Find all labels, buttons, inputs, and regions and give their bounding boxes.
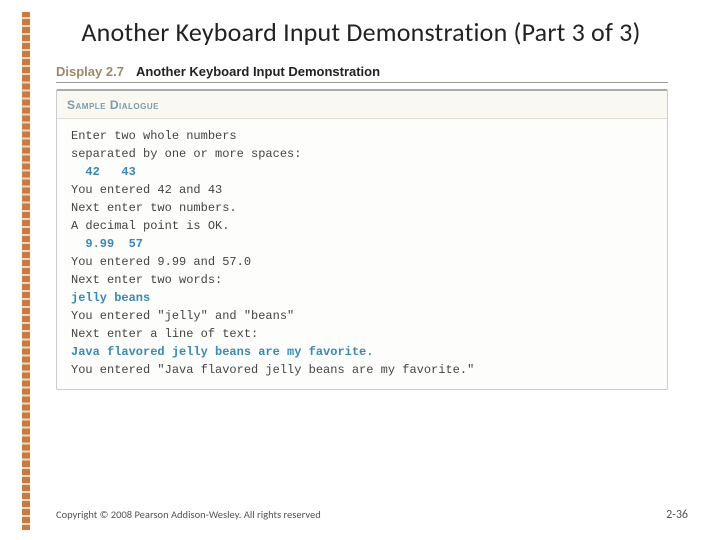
dialogue-user-input: 9.99 57 xyxy=(71,235,655,253)
sample-dialogue-box: Sample Dialogue Enter two whole numberss… xyxy=(56,89,668,390)
dialogue-output: Next enter two numbers. xyxy=(71,199,655,217)
figure: Display 2.7 Another Keyboard Input Demon… xyxy=(56,64,668,390)
display-label: Display 2.7 xyxy=(56,64,124,79)
sample-dialogue-body: Enter two whole numbersseparated by one … xyxy=(57,119,667,389)
dialogue-output: Next enter two words: xyxy=(71,271,655,289)
dialogue-output: You entered "Java flavored jelly beans a… xyxy=(71,361,655,379)
dialogue-output: Enter two whole numbers xyxy=(71,127,655,145)
dialogue-output: Next enter a line of text: xyxy=(71,325,655,343)
sample-dialogue-header: Sample Dialogue xyxy=(57,91,667,119)
copyright-text: Copyright © 2008 Pearson Addison-Wesley.… xyxy=(56,508,321,521)
dialogue-user-input: 42 43 xyxy=(71,163,655,181)
slide-title: Another Keyboard Input Demonstration (Pa… xyxy=(34,12,708,60)
dialogue-output: You entered 9.99 and 57.0 xyxy=(71,253,655,271)
footer: Copyright © 2008 Pearson Addison-Wesley.… xyxy=(56,508,688,522)
display-header: Display 2.7 Another Keyboard Input Demon… xyxy=(56,64,668,83)
slide: Another Keyboard Input Demonstration (Pa… xyxy=(22,12,708,530)
dialogue-output: A decimal point is OK. xyxy=(71,217,655,235)
dialogue-output: separated by one or more spaces: xyxy=(71,145,655,163)
dialogue-user-input: Java flavored jelly beans are my favorit… xyxy=(71,343,655,361)
dialogue-output: You entered "jelly" and "beans" xyxy=(71,307,655,325)
dialogue-output: You entered 42 and 43 xyxy=(71,181,655,199)
sample-dialogue-label: Sample Dialogue xyxy=(67,98,159,112)
display-title: Another Keyboard Input Demonstration xyxy=(136,64,380,79)
page-number: 2-36 xyxy=(666,508,688,522)
dialogue-user-input: jelly beans xyxy=(71,289,655,307)
